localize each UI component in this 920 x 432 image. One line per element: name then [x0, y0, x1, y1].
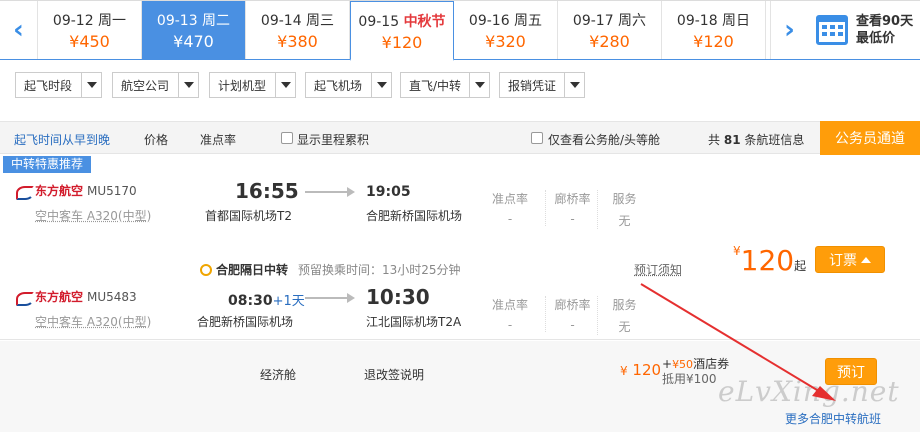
airline-name: 东方航空 [35, 184, 84, 198]
aircraft-type[interactable]: 空中客车 A320(中型) [35, 313, 151, 330]
chevron-right-icon[interactable]: › [770, 1, 808, 59]
china-eastern-logo-icon [16, 290, 34, 306]
departure-airport: 合肥新桥国际机场 [197, 315, 294, 329]
calendar-label-line2: 最低价 [856, 31, 896, 46]
date-label: 09-16 周五 [468, 13, 543, 29]
date-tab[interactable]: 09-15 中秋节 ¥120 [350, 1, 454, 61]
date-label: 09-15 中秋节 [358, 14, 446, 30]
filter-aircraft[interactable]: 计划机型 [209, 72, 296, 98]
date-price: ¥120 [693, 32, 734, 51]
flight-count: 共 81 条航班信息 [708, 133, 805, 147]
aircraft-type[interactable]: 空中客车 A320(中型) [35, 207, 151, 224]
calendar-label-line1: 查看90天 [856, 14, 914, 29]
lowest-price: ¥120起 [733, 244, 807, 277]
airline-info: 东方航空 MU5483 [16, 288, 137, 306]
date-price: ¥380 [277, 32, 318, 51]
date-price: ¥470 [173, 32, 214, 51]
date-label: 09-12 周一 [52, 13, 127, 29]
airline-info: 东方航空 MU5170 [16, 182, 137, 200]
filter-label: 直飞/中转 [409, 78, 462, 93]
filter-direct-transfer[interactable]: 直飞/中转 [400, 72, 490, 98]
dropdown-arrow-icon [81, 73, 101, 97]
transfer-info: 合肥隔日中转 [200, 261, 288, 278]
transfer-deal-badge: 中转特惠推荐 [3, 156, 92, 173]
arrival-airport: 合肥新桥国际机场 [366, 209, 463, 223]
sort-by-price[interactable]: 价格 [144, 131, 168, 148]
civil-servant-channel-button[interactable]: 公务员通道 [820, 121, 920, 155]
arrival-time: 10:30 [366, 285, 430, 309]
filter-label: 航空公司 [121, 78, 170, 93]
refund-policy-link[interactable]: 退改签说明 [364, 366, 424, 383]
cabin-price: ¥ 120 [620, 361, 662, 379]
show-miles-checkbox[interactable] [281, 132, 293, 144]
festival-label: 中秋节 [403, 14, 446, 30]
date-tab[interactable]: 09-13 周二 ¥470 [142, 1, 246, 59]
calendar-90-days-button[interactable]: 查看90天 最低价 [806, 1, 920, 59]
date-price: ¥450 [69, 32, 110, 51]
filter-airport[interactable]: 起飞机场 [305, 72, 392, 98]
dropdown-arrow-icon [178, 73, 198, 97]
dropdown-arrow-icon [564, 73, 584, 97]
bridge-rate: 廊桥率 - [545, 296, 599, 332]
departure-airport: 首都国际机场T2 [205, 209, 292, 223]
sort-bar: 起飞时间从早到晚 价格 准点率 显示里程累积 仅查看公务舱/头等舱 共 81 条… [0, 121, 920, 155]
transfer-label: 合肥隔日中转 [216, 263, 289, 277]
date-tab[interactable]: 09-12 周一 ¥450 [38, 1, 142, 59]
filter-departure-time[interactable]: 起飞时段 [15, 72, 102, 98]
show-miles-label: 显示里程累积 [297, 133, 370, 147]
date-tab[interactable]: 09-17 周六 ¥280 [558, 1, 662, 59]
business-only-label: 仅查看公务舱/头等舱 [548, 133, 661, 147]
date-tab[interactable]: 09-16 周五 ¥320 [454, 1, 558, 59]
date-label: 09-18 周日 [676, 13, 751, 29]
service: 服务无 [597, 190, 651, 229]
service: 服务无 [597, 296, 651, 335]
calendar-icon [816, 15, 848, 45]
booking-notice-link[interactable]: 预订须知 [634, 261, 682, 278]
dropdown-arrow-icon [371, 73, 391, 97]
departure-time: 08:30+1天 [228, 293, 305, 309]
cabin-row: 经济舱 退改签说明 ¥ 120 +¥50酒店券 抵用¥100 预订 eLvXin… [0, 341, 920, 432]
arrow-right-icon [305, 187, 355, 197]
date-tab[interactable]: 09-14 周三 ¥380 [246, 1, 350, 59]
flight-number: MU5170 [87, 183, 137, 198]
sort-by-ontime[interactable]: 准点率 [200, 131, 236, 148]
date-price: ¥120 [381, 33, 423, 52]
next-day-indicator: +1天 [272, 294, 305, 309]
chevron-left-icon[interactable]: ‹ [0, 1, 38, 59]
filter-label: 计划机型 [218, 78, 267, 93]
flight-number: MU5483 [87, 289, 137, 304]
cabin-class: 经济舱 [260, 368, 297, 382]
departure-time: 16:55 [235, 179, 299, 203]
filter-label: 起飞时段 [24, 78, 73, 93]
transfer-flight-card: 东方航空 MU5170 空中客车 A320(中型) 16:55 首都国际机场T2… [0, 174, 920, 340]
date-tab[interactable]: 09-18 周日 ¥120 [662, 1, 766, 59]
ontime-rate: 准点率 - [491, 298, 528, 332]
filter-airline[interactable]: 航空公司 [112, 72, 199, 98]
filter-label: 报销凭证 [508, 78, 557, 93]
filter-label: 起飞机场 [314, 78, 363, 93]
date-price: ¥280 [589, 32, 630, 51]
dropdown-arrow-icon [469, 73, 489, 97]
watermark: eLvXing.net [718, 375, 900, 408]
more-hefei-transfer-link[interactable]: 更多合肥中转航班 [785, 410, 881, 427]
date-price: ¥320 [485, 32, 526, 51]
arrow-right-icon [305, 293, 355, 303]
date-label: 09-14 周三 [260, 13, 335, 29]
transfer-clock-icon [200, 264, 212, 276]
date-bar: ‹ 09-12 周一 ¥450 09-13 周二 ¥470 09-14 周三 ¥380 09… [0, 0, 920, 61]
bridge-rate: 廊桥率 - [545, 190, 599, 226]
filter-receipt[interactable]: 报销凭证 [499, 72, 585, 98]
dropdown-arrow-icon [275, 73, 295, 97]
date-label: 09-17 周六 [572, 13, 647, 29]
date-label: 09-13 周二 [156, 13, 231, 29]
transfer-wait-time: 预留换乘时间：13小时25分钟 [298, 263, 461, 277]
book-ticket-button[interactable]: 订票 [815, 246, 885, 273]
sort-by-time[interactable]: 起飞时间从早到晚 [14, 131, 110, 148]
ontime-rate: 准点率 - [491, 192, 528, 226]
business-only-checkbox[interactable] [531, 132, 543, 144]
china-eastern-logo-icon [16, 184, 34, 200]
arrival-time: 19:05 [366, 184, 411, 200]
arrival-airport: 江北国际机场T2A [366, 315, 462, 329]
airline-name: 东方航空 [35, 290, 84, 304]
